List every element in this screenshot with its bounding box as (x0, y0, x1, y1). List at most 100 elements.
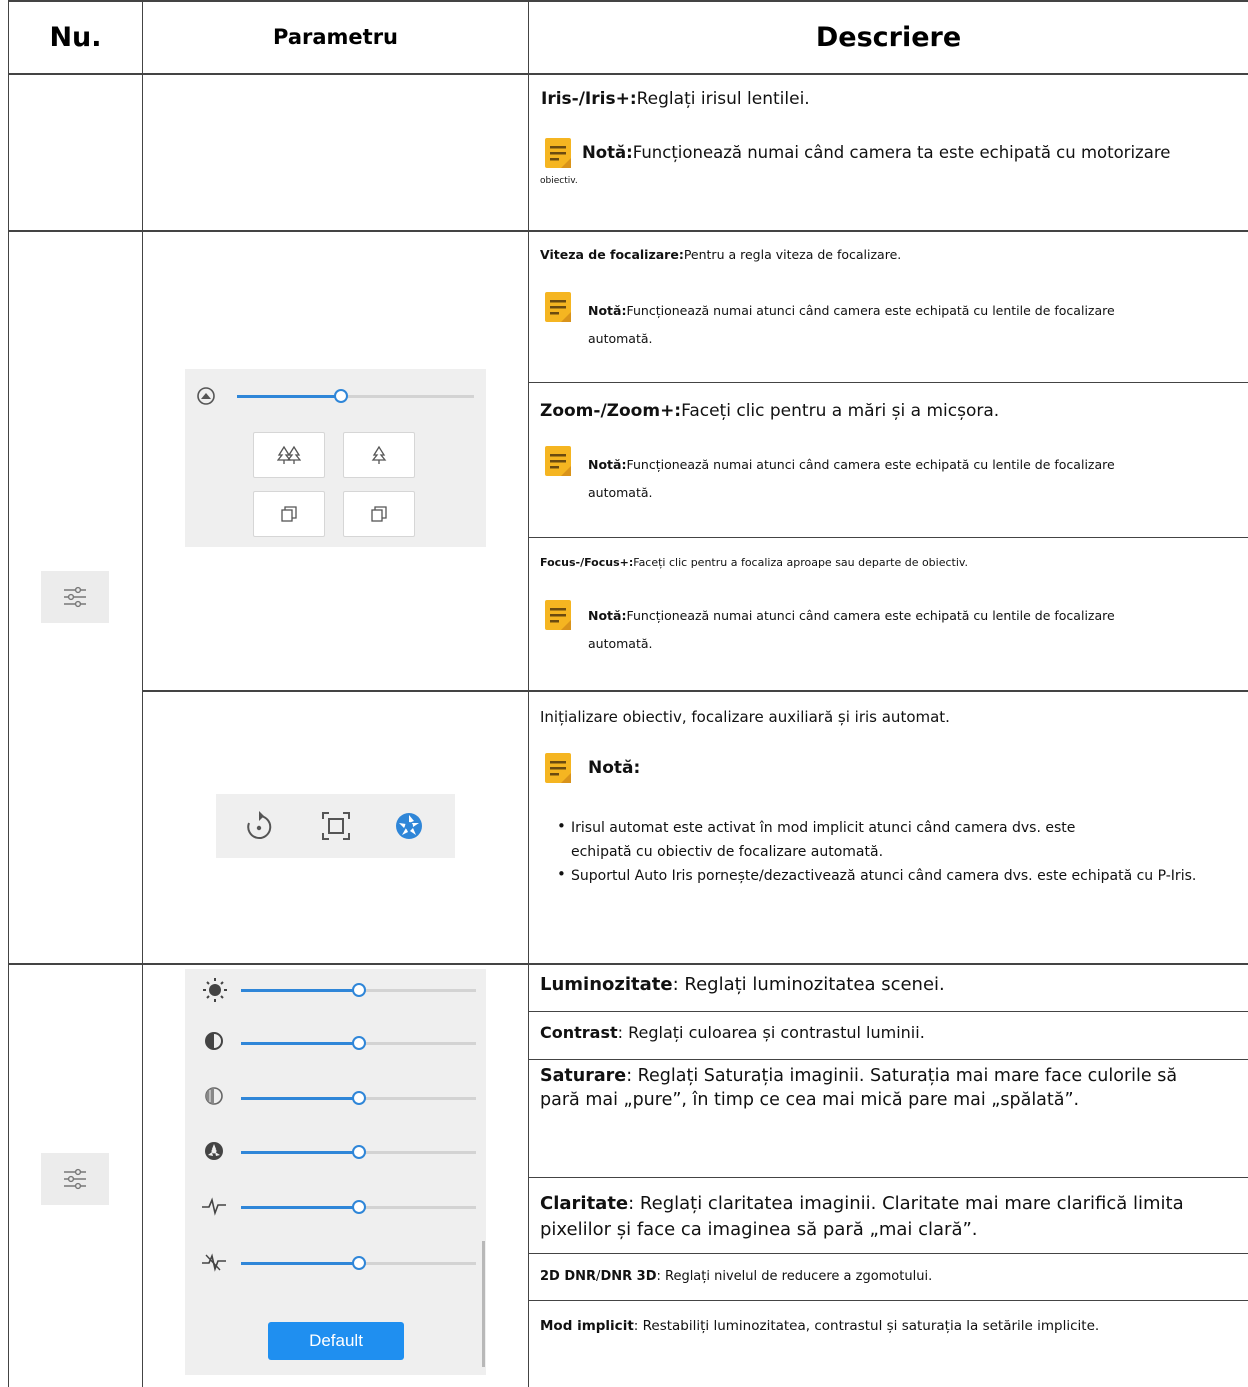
grid-line (8, 0, 9, 1387)
default-button[interactable]: Default (268, 1322, 404, 1360)
dnr-3d-label: DNR 3D (600, 1269, 657, 1284)
image-adjust-panel: Default (185, 969, 486, 1375)
default-mode-label: Mod implicit (540, 1318, 634, 1334)
auto-iris-button[interactable] (394, 811, 424, 845)
init-note-list: Irisul automat este activat în mod impli… (557, 814, 1237, 888)
iris-text: Reglați irisul lentilei. (636, 89, 810, 109)
sharpness-icon (205, 1142, 223, 1160)
default-mode-description: Mod implicit: Restabiliți luminozitatea,… (540, 1313, 1140, 1339)
iris-label: Iris-/Iris+: (541, 89, 637, 109)
default-mode-text: : Restabiliți luminozitatea, contrastul … (633, 1318, 1100, 1334)
noise-3d-slider-handle[interactable] (352, 1256, 366, 1270)
panel-scrollbar[interactable] (482, 1241, 485, 1367)
brightness-label: Luminozitate (540, 974, 673, 995)
saturation-icon (205, 1087, 223, 1105)
init-description: Inițializare obiectiv, focalizare auxili… (540, 708, 950, 726)
auto-iris-icon (396, 813, 422, 839)
list-item: Irisul automat este activat în mod impli… (557, 814, 1237, 864)
focus-near-icon (281, 506, 297, 522)
brightness-icon (203, 978, 227, 1002)
focus-near-button[interactable] (253, 491, 325, 537)
init-note-label: Notă: (588, 758, 641, 778)
grid-line (142, 690, 1248, 692)
noise-2d-slider-handle[interactable] (352, 1200, 366, 1214)
iris-note: Notă:Funcționează numai când camera ta e… (582, 142, 1170, 164)
focus-speed-text: Pentru a regla viteza de focalizare. (683, 247, 902, 262)
grid-line (8, 230, 1248, 232)
zoom-label: Zoom-/Zoom+: (540, 401, 682, 421)
contrast-slider-handle[interactable] (352, 1036, 366, 1050)
note-label: Notă: (588, 457, 627, 472)
focus-label: Focus-/Focus+: (540, 556, 634, 569)
header-description: Descriere (815, 21, 962, 53)
note-icon (545, 446, 571, 476)
contrast-text: : Reglați culoarea și contrastul luminii… (617, 1023, 925, 1042)
lens-control-panel (185, 369, 486, 547)
zoom-text: Faceți clic pentru a mări și a micșora. (681, 401, 1000, 421)
note-continuation: automată. (588, 331, 653, 346)
focus-note: Notă:Funcționează numai atunci când came… (588, 602, 1115, 658)
contrast-label: Contrast (540, 1023, 618, 1042)
grid-line (528, 1011, 1248, 1012)
dnr-description: 2D DNR/DNR 3D: Reglați nivelul de reduce… (540, 1268, 932, 1286)
sharpness-text: : Reglați claritatea imaginii. Claritate… (540, 1193, 1184, 1240)
grid-line (8, 963, 1248, 965)
grid-line (142, 0, 143, 1387)
focus-speed-description: Viteza de focalizare:Pentru a regla vite… (540, 247, 901, 264)
focus-frame-icon (322, 812, 350, 840)
sharpness-label: Claritate (540, 1193, 629, 1214)
note-icon (545, 753, 571, 783)
focus-speed-icon (197, 387, 215, 405)
note-text: Funcționează numai când camera ta este e… (632, 143, 1171, 162)
saturation-description: Saturare: Reglați Saturația imaginii. Sa… (540, 1064, 1180, 1112)
sharpness-description: Claritate: Reglați claritatea imaginii. … (540, 1191, 1230, 1243)
iris-description: Iris-/Iris+:Reglați irisul lentilei. (541, 88, 810, 111)
grid-line (528, 1300, 1248, 1301)
settings-sliders-icon[interactable] (41, 1153, 109, 1205)
focus-description: Focus-/Focus+:Faceți clic pentru a focal… (540, 556, 968, 571)
brightness-description: Luminozitate: Reglați luminozitatea scen… (540, 973, 945, 997)
saturation-label: Saturare (540, 1066, 627, 1086)
sharpness-slider-handle[interactable] (352, 1145, 366, 1159)
focus-far-button[interactable] (343, 491, 415, 537)
focus-speed-note: Notă:Funcționează numai atunci când came… (588, 297, 1115, 353)
grid-line (528, 1253, 1248, 1254)
focus-far-icon (371, 506, 387, 522)
refresh-icon (247, 811, 272, 839)
brightness-slider-handle[interactable] (352, 983, 366, 997)
focus-speed-slider-handle[interactable] (334, 389, 348, 403)
saturation-slider-handle[interactable] (352, 1091, 366, 1105)
lens-init-button[interactable] (244, 810, 274, 846)
brightness-text: : Reglați luminozitatea scenei. (672, 974, 945, 995)
saturation-text: : Reglați Saturația imaginii. Saturația … (540, 1066, 1178, 1110)
zoom-description: Zoom-/Zoom+:Faceți clic pentru a mări și… (540, 400, 999, 423)
list-item: Suportul Auto Iris pornește/dezactivează… (557, 862, 1237, 888)
aux-focus-button[interactable] (321, 811, 351, 845)
settings-sliders-icon[interactable] (41, 571, 109, 623)
zoom-note: Notă:Funcționează numai atunci când came… (588, 451, 1115, 507)
brightness-slider-fill (241, 989, 359, 992)
zoom-out-trees-icon (277, 445, 301, 464)
grid-line (528, 0, 529, 1387)
note-continuation: automată. (588, 636, 653, 651)
sharpness-slider-fill (241, 1151, 359, 1154)
header-number: Nu. (49, 21, 102, 53)
zoom-in-button[interactable] (343, 432, 415, 478)
note-label: Notă: (582, 143, 633, 162)
zoom-out-button[interactable] (253, 432, 325, 478)
iris-note-continuation: obiectiv. (540, 176, 578, 186)
note-icon (545, 138, 571, 168)
note-continuation: automată. (588, 485, 653, 500)
noise-2d-icon (202, 1197, 226, 1216)
grid-line (528, 382, 1248, 383)
focus-speed-fill (237, 395, 341, 398)
note-label: Notă: (588, 303, 627, 318)
note-text: Funcționează numai atunci când camera es… (626, 608, 1115, 623)
grid-line (528, 1177, 1248, 1178)
lens-init-panel (216, 794, 455, 858)
focus-speed-label: Viteza de focalizare: (540, 247, 684, 262)
noise-3d-icon (202, 1253, 226, 1272)
zoom-in-tree-icon (371, 445, 387, 464)
contrast-description: Contrast: Reglați culoarea și contrastul… (540, 1022, 925, 1044)
note-text: Funcționează numai atunci când camera es… (626, 303, 1115, 318)
